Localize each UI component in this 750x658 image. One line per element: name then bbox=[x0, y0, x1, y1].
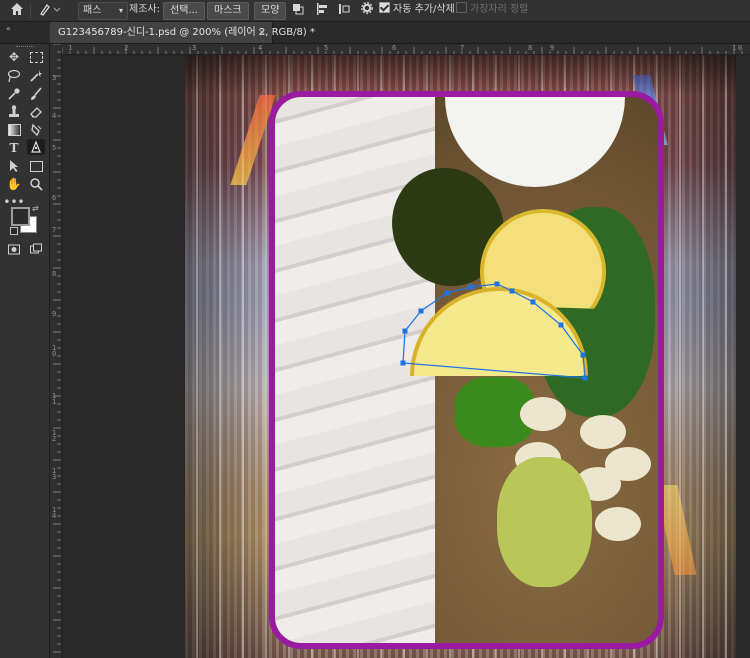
path-arrangement-icon[interactable] bbox=[337, 2, 353, 18]
quick-mask-icon[interactable] bbox=[5, 241, 23, 257]
chevron-down-icon: ▾ bbox=[118, 6, 123, 15]
checkbox-unchecked-icon bbox=[456, 2, 467, 13]
text-tool-icon[interactable]: T bbox=[5, 140, 23, 156]
vertical-ruler[interactable]: 34567891011121314 bbox=[50, 44, 62, 658]
screen-mode-icon[interactable] bbox=[27, 241, 45, 257]
align-edges-checkbox[interactable]: 가장자리 정렬 bbox=[456, 2, 528, 18]
brush-tool-icon[interactable] bbox=[27, 86, 45, 102]
auto-add-delete-checkbox[interactable]: 자동 추가/삭제 bbox=[379, 2, 455, 18]
clone-stamp-tool-icon[interactable] bbox=[5, 104, 23, 120]
path-anchor-point[interactable] bbox=[418, 308, 424, 314]
document-tab[interactable]: G123456789-신디-1.psd @ 200% (레이어 2, RGB/8… bbox=[50, 22, 315, 43]
tools-panel: ✥ T ✋ ••• ⇄ bbox=[0, 44, 50, 658]
gradient-tool-icon[interactable] bbox=[5, 122, 23, 138]
construct-label: 제조사: bbox=[129, 4, 160, 15]
pen-tool-icon[interactable] bbox=[27, 139, 45, 155]
rectangle-tool-icon[interactable] bbox=[27, 158, 45, 174]
document-canvas[interactable] bbox=[185, 55, 736, 658]
align-edges-label: 가장자리 정렬 bbox=[470, 4, 529, 15]
pen-tool-preset-icon[interactable] bbox=[38, 2, 64, 18]
path-anchor-point[interactable] bbox=[494, 281, 500, 287]
hand-tool-icon[interactable]: ✋ bbox=[5, 176, 23, 192]
marquee-tool-icon[interactable] bbox=[27, 49, 45, 65]
default-colors-icon[interactable] bbox=[10, 227, 18, 235]
foreground-color-swatch[interactable] bbox=[11, 207, 30, 226]
work-path[interactable] bbox=[185, 55, 736, 658]
horizontal-ruler[interactable]: 12345678910 bbox=[62, 44, 750, 55]
options-bar: 패스 ▾ 제조사: 선택... 마스크 모양 자동 추가/삭제 가장자리 정렬 bbox=[0, 0, 750, 22]
smudge-tool-icon[interactable] bbox=[27, 122, 45, 138]
path-selection-tool-icon[interactable] bbox=[5, 158, 23, 174]
select-button[interactable]: 선택... bbox=[163, 2, 205, 20]
path-anchor-point[interactable] bbox=[468, 284, 474, 290]
path-anchor-point[interactable] bbox=[530, 299, 536, 305]
mode-dropdown[interactable]: 패스 ▾ bbox=[78, 2, 128, 20]
auto-add-delete-label: 자동 추가/삭제 bbox=[393, 4, 455, 15]
path-anchor-point[interactable] bbox=[580, 352, 586, 358]
path-anchor-point[interactable] bbox=[444, 290, 450, 296]
lasso-tool-icon[interactable] bbox=[5, 68, 23, 84]
document-tab-strip: « G123456789-신디-1.psd @ 200% (레이어 2, RGB… bbox=[0, 22, 750, 44]
path-alignment-icon[interactable] bbox=[315, 2, 331, 18]
path-operations-icon[interactable] bbox=[291, 2, 307, 18]
path-anchor-point[interactable] bbox=[509, 288, 515, 294]
zoom-tool-icon[interactable] bbox=[27, 176, 45, 192]
checkbox-checked-icon bbox=[379, 2, 390, 13]
path-anchor-point[interactable] bbox=[402, 328, 408, 334]
document-tab-title: G123456789-신디-1.psd @ 200% (레이어 2, RGB/8… bbox=[58, 27, 315, 38]
swap-colors-icon[interactable]: ⇄ bbox=[32, 204, 39, 213]
close-icon[interactable]: × bbox=[258, 22, 266, 43]
home-icon[interactable] bbox=[10, 2, 26, 18]
eyedropper-tool-icon[interactable] bbox=[5, 86, 23, 102]
shape-button[interactable]: 모양 bbox=[254, 2, 287, 20]
path-anchor-point[interactable] bbox=[582, 375, 588, 381]
move-tool-icon[interactable]: ✥ bbox=[5, 49, 23, 65]
eraser-tool-icon[interactable] bbox=[27, 104, 45, 120]
path-anchor-point[interactable] bbox=[558, 322, 564, 328]
path-anchor-point[interactable] bbox=[400, 360, 406, 366]
magic-wand-tool-icon[interactable] bbox=[27, 68, 45, 84]
collapse-panel-icon[interactable]: « bbox=[6, 24, 11, 33]
mask-button[interactable]: 마스크 bbox=[207, 2, 249, 20]
gear-icon[interactable] bbox=[361, 2, 375, 18]
